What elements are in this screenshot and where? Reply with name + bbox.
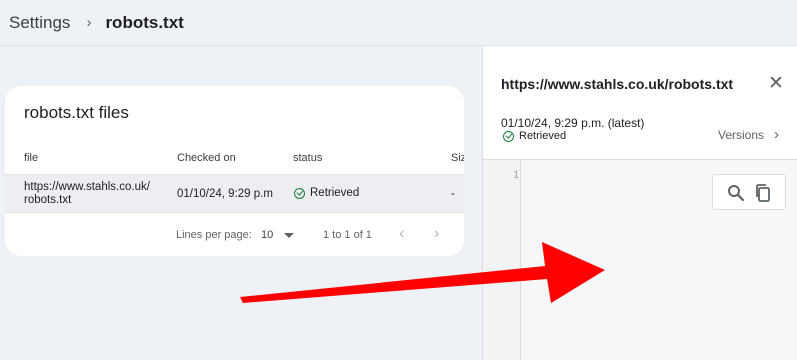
- card-title: robots.txt files: [24, 103, 129, 122]
- panel-fetch-date: 01/10/24, 9:29 p.m. (latest): [501, 116, 645, 130]
- lines-per-page-label: Lines per page:: [176, 229, 252, 241]
- line-number: 1: [513, 170, 520, 181]
- next-page-button[interactable]: ›: [434, 226, 439, 242]
- lines-per-page-select[interactable]: 10: [261, 229, 273, 241]
- search-icon[interactable]: [727, 184, 745, 202]
- row-status-label: Retrieved: [310, 187, 360, 199]
- chevron-right-icon: ›: [86, 14, 92, 31]
- column-header-file[interactable]: file: [24, 152, 38, 164]
- row-size: -: [451, 188, 455, 200]
- panel-status: Retrieved: [503, 130, 566, 142]
- row-status: Retrieved: [294, 187, 359, 199]
- previous-page-button[interactable]: ‹: [399, 226, 404, 242]
- pagination-range: 1 to 1 of 1: [323, 229, 372, 241]
- copy-icon[interactable]: [753, 183, 773, 203]
- check-circle-icon: [294, 187, 305, 199]
- robots-files-card: robots.txt files file Checked on status …: [5, 86, 464, 256]
- versions-label: Versions: [718, 127, 765, 142]
- breadcrumb-settings-link[interactable]: Settings: [9, 13, 70, 33]
- column-header-checked-on[interactable]: Checked on: [177, 152, 236, 164]
- close-icon[interactable]: ✕: [768, 74, 784, 93]
- page-title: robots.txt: [105, 12, 184, 32]
- table-row[interactable]: https://www.stahls.co.uk/robots.txt 01/1…: [5, 174, 464, 213]
- panel-title: https://www.stahls.co.uk/robots.txt: [501, 76, 734, 92]
- chevron-right-icon: ›: [774, 126, 780, 143]
- robots-txt-viewer[interactable]: 1: [483, 160, 797, 360]
- check-circle-icon: [503, 130, 514, 142]
- column-header-status[interactable]: status: [293, 152, 322, 164]
- versions-button[interactable]: Versions ›: [718, 126, 779, 143]
- viewer-toolbar: [712, 174, 786, 210]
- robots-detail-panel: https://www.stahls.co.uk/robots.txt ✕ 01…: [482, 46, 797, 360]
- line-gutter: 1: [483, 160, 521, 360]
- panel-status-label: Retrieved: [519, 130, 567, 142]
- caret-down-icon[interactable]: [284, 233, 294, 238]
- column-header-size[interactable]: Siz: [451, 152, 464, 164]
- row-checked-on: 01/10/24, 9:29 p.m: [177, 188, 273, 200]
- row-file-url: https://www.stahls.co.uk/robots.txt: [24, 181, 150, 206]
- breadcrumb: Settings › robots.txt: [0, 0, 797, 46]
